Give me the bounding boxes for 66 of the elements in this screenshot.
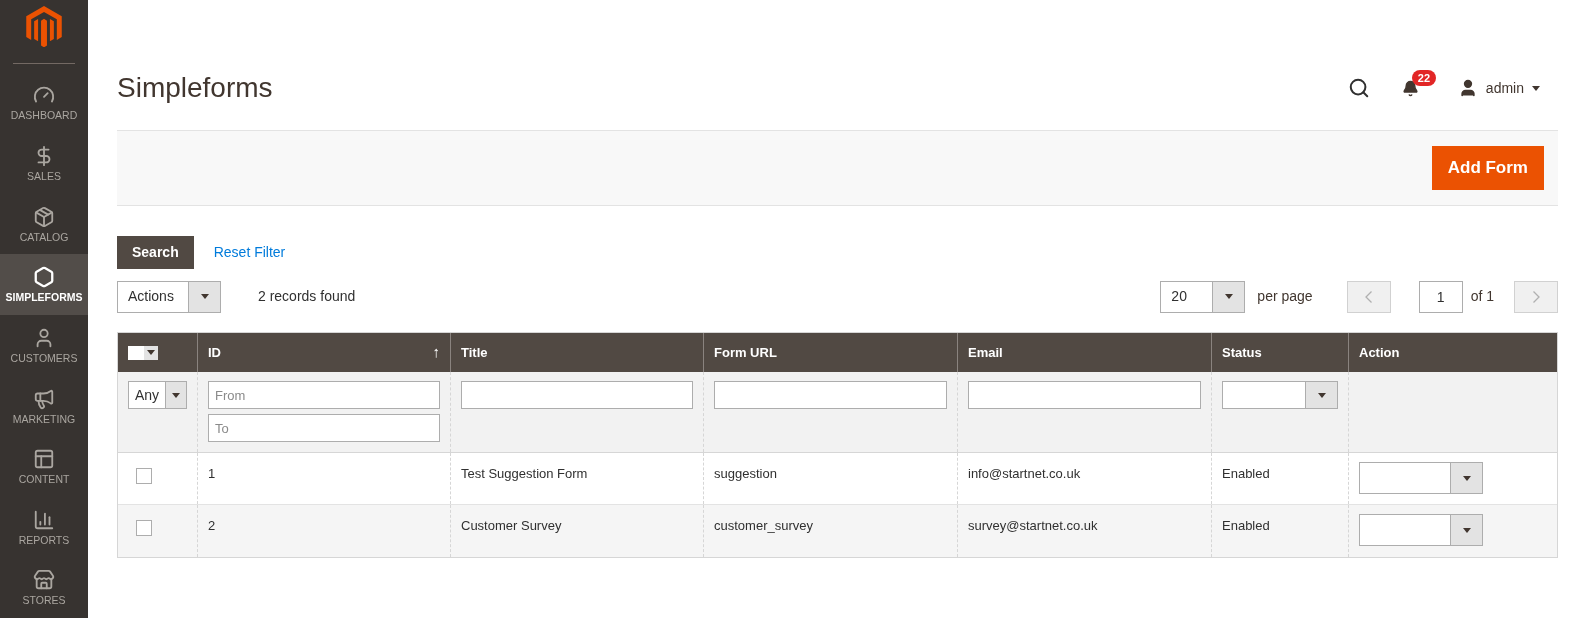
sidebar-item[interactable]: CONTENT — [0, 436, 88, 497]
page-title: Simpleforms — [117, 71, 273, 105]
sidebar-item[interactable]: SALES — [0, 133, 88, 194]
sidebar-item[interactable]: CATALOG — [0, 193, 88, 255]
table-cell: Test Suggestion Form — [461, 466, 588, 481]
page-total: of 1 — [1470, 287, 1494, 306]
row-checkbox[interactable] — [136, 468, 152, 484]
table-cell: customer_survey — [714, 518, 813, 533]
notification-count: 22 — [1411, 70, 1437, 86]
table-cell: info@startnet.co.uk — [968, 466, 1081, 481]
caret-icon — [1317, 392, 1326, 398]
storefront-icon — [33, 569, 55, 592]
filter-field[interactable] — [968, 381, 1201, 409]
filter-field[interactable] — [714, 381, 947, 409]
bell-icon[interactable] — [1401, 79, 1419, 97]
sort-arrow-icon: ↑ — [432, 341, 440, 364]
per-page-label: per page — [1257, 287, 1313, 306]
table-cell: 1 — [208, 466, 216, 481]
search-button[interactable]: Search — [117, 236, 194, 269]
sidebar-item[interactable]: REPORTS — [0, 496, 88, 558]
status-filter-dropdown[interactable] — [1222, 381, 1338, 409]
table-cell: survey@startnet.co.uk — [968, 518, 1098, 533]
sidebar-item[interactable]: MARKETING — [0, 375, 88, 437]
id-from-field[interactable]: From — [208, 381, 440, 409]
chevron-left-icon — [1365, 290, 1373, 303]
column-header[interactable]: Action — [1349, 333, 1557, 372]
id-to-field[interactable]: To — [208, 414, 440, 442]
user-menu[interactable]: admin — [1457, 77, 1540, 99]
layout-icon — [33, 448, 55, 471]
filter-field[interactable] — [461, 381, 693, 409]
sidebar-item[interactable]: SIMPLEFORMS — [0, 254, 88, 315]
actions-dropdown[interactable]: Actions — [117, 280, 221, 313]
previous-page-button[interactable] — [1346, 280, 1391, 313]
sidebar-item[interactable]: CUSTOMERS — [0, 314, 88, 376]
caret-icon — [1532, 85, 1540, 91]
table-cell: Enabled — [1222, 466, 1270, 481]
action-dropdown[interactable] — [1359, 462, 1483, 494]
next-page-button[interactable] — [1514, 280, 1558, 313]
any-filter-dropdown[interactable]: Any — [128, 381, 187, 409]
mass-select-checkbox[interactable] — [128, 345, 158, 360]
caret-icon — [1462, 527, 1471, 533]
sidebar-item[interactable]: DASHBOARD — [0, 72, 88, 134]
page-number-field[interactable]: 1 — [1418, 280, 1463, 313]
table-cell: Enabled — [1222, 518, 1270, 533]
chevron-right-icon — [1532, 290, 1540, 303]
megaphone-icon — [33, 387, 55, 410]
sidebar-item[interactable]: STORES — [0, 557, 88, 618]
table-cell: Customer Survey — [461, 518, 562, 533]
bar-chart-icon — [33, 508, 55, 531]
caret-icon — [147, 350, 155, 355]
action-dropdown[interactable] — [1359, 514, 1483, 546]
caret-icon — [1224, 294, 1233, 299]
box-icon — [33, 205, 55, 228]
table-cell: suggestion — [714, 466, 777, 481]
add-form-button[interactable]: Add Form — [1431, 146, 1544, 190]
hexagon-icon — [33, 266, 55, 289]
caret-icon — [172, 392, 181, 398]
reset-filter-link[interactable]: Reset Filter — [213, 242, 286, 263]
caret-icon — [200, 294, 209, 299]
records-count: 2 records found — [258, 287, 356, 306]
per-page-dropdown[interactable]: 20 — [1160, 280, 1246, 313]
search-icon[interactable] — [1347, 77, 1370, 99]
caret-icon — [1462, 475, 1471, 481]
row-checkbox[interactable] — [136, 520, 152, 536]
logo-icon — [26, 6, 62, 48]
table-cell: 2 — [208, 518, 216, 533]
